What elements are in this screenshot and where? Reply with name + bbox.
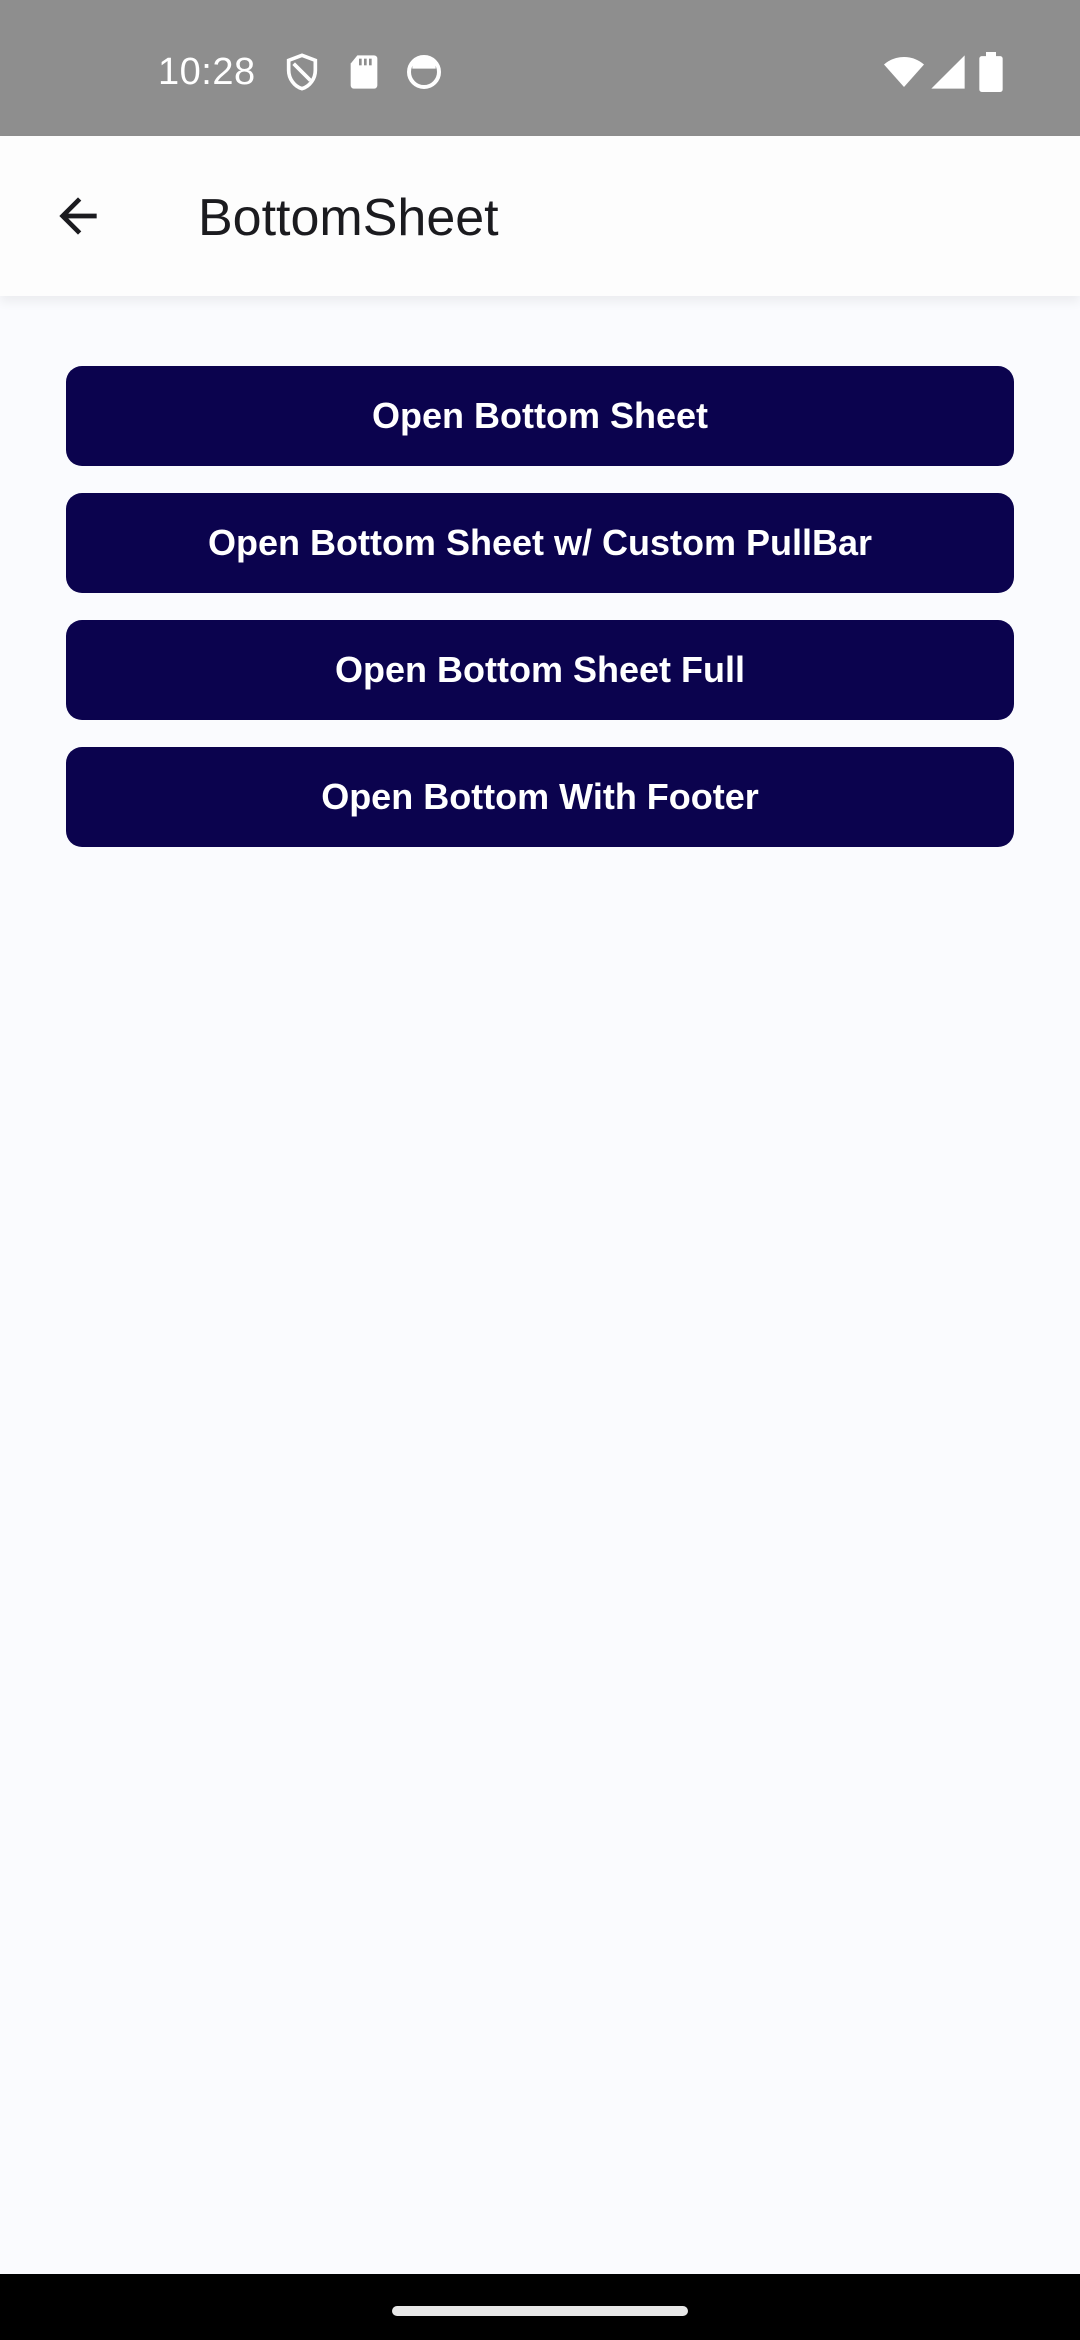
navigation-bar — [0, 2274, 1080, 2340]
screen: 10:28 BottomSheet Open Bottom Sheet Open… — [0, 0, 1080, 2340]
open-bottom-with-footer-button[interactable]: Open Bottom With Footer — [66, 747, 1014, 847]
arrow-back-icon — [50, 188, 106, 244]
page-title: BottomSheet — [198, 189, 499, 247]
circle-badge-icon — [404, 52, 444, 92]
home-gesture-handle[interactable] — [392, 2306, 688, 2316]
battery-icon — [976, 52, 1006, 92]
status-bar: 10:28 — [0, 0, 1080, 136]
open-bottom-sheet-custom-pullbar-button[interactable]: Open Bottom Sheet w/ Custom PullBar — [66, 493, 1014, 593]
cell-signal-icon — [928, 52, 968, 92]
sd-card-icon — [344, 52, 384, 92]
open-bottom-sheet-button[interactable]: Open Bottom Sheet — [66, 366, 1014, 466]
back-button[interactable] — [36, 178, 120, 254]
status-time: 10:28 — [158, 51, 256, 93]
wifi-icon — [882, 52, 926, 92]
shield-icon — [282, 52, 322, 92]
open-bottom-sheet-full-button[interactable]: Open Bottom Sheet Full — [66, 620, 1014, 720]
button-list: Open Bottom Sheet Open Bottom Sheet w/ C… — [66, 366, 1014, 874]
app-bar: BottomSheet — [0, 136, 1080, 296]
